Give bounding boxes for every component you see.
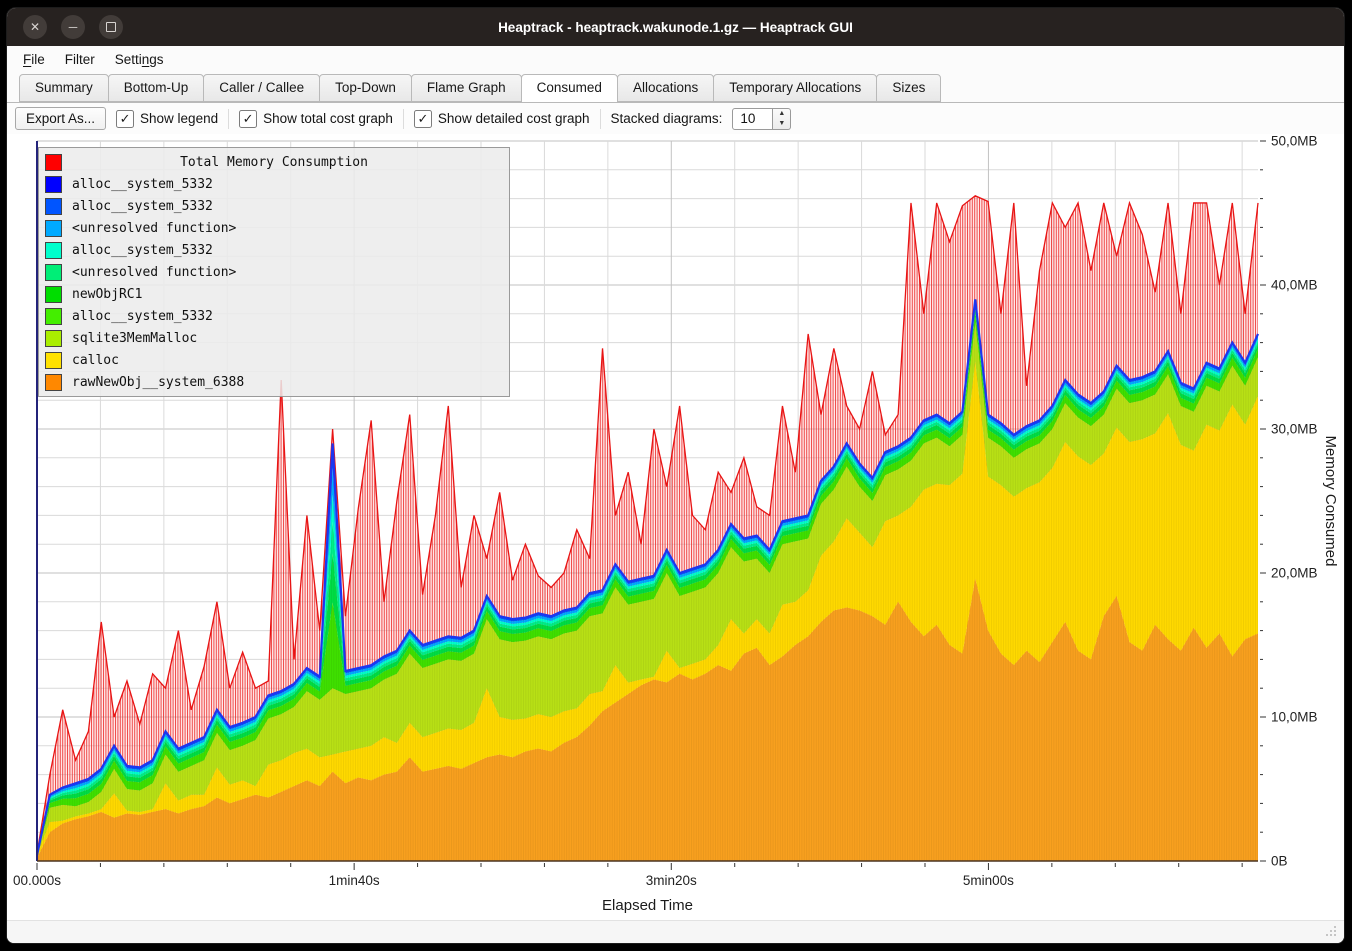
svg-text:10,0MB: 10,0MB [1271,710,1318,725]
menu-item-settings[interactable]: Settings [105,49,174,70]
legend-swatch [45,286,62,303]
stacked-diagrams-spinbox[interactable]: 10 ▲ ▼ [732,108,791,130]
svg-text:Elapsed Time: Elapsed Time [602,897,693,914]
checkbox-box[interactable]: ✓ [116,110,134,128]
menu-item-filter[interactable]: Filter [55,49,105,70]
legend-item: sqlite3MemMalloc [39,327,509,349]
legend-item: calloc [39,349,509,371]
legend-item: alloc__system_5332 [39,195,509,217]
checkbox-label: Show legend [140,111,218,126]
legend-item-label: rawNewObj__system_6388 [72,375,244,390]
legend-swatch [45,242,62,259]
legend-title: Total Memory Consumption [72,155,476,170]
legend-swatch [45,154,62,171]
legend-swatch [45,220,62,237]
spin-up-icon[interactable]: ▲ [773,109,790,119]
close-icon: ✕ [30,21,40,33]
svg-text:0B: 0B [1271,854,1288,869]
checkbox-label: Show detailed cost graph [438,111,590,126]
legend-item: alloc__system_5332 [39,239,509,261]
legend-item: alloc__system_5332 [39,305,509,327]
legend-item-label: alloc__system_5332 [72,177,213,192]
checkbox-show-legend[interactable]: ✓ Show legend [116,110,218,128]
svg-text:5min00s: 5min00s [963,873,1014,888]
tab-bar: SummaryBottom-UpCaller / CalleeTop-DownF… [7,72,1344,103]
legend-item-label: <unresolved function> [72,265,236,280]
svg-text:3min20s: 3min20s [646,873,697,888]
toolbar-separator [600,109,601,129]
legend-item-label: alloc__system_5332 [72,243,213,258]
tab-flame-graph[interactable]: Flame Graph [411,74,522,102]
svg-text:40,0MB: 40,0MB [1271,278,1318,293]
title-bar[interactable]: ✕ ─ Heaptrack - heaptrack.wakunode.1.gz … [7,8,1344,46]
legend-swatch [45,176,62,193]
checkbox-box[interactable]: ✓ [414,110,432,128]
tab-sizes[interactable]: Sizes [876,74,941,102]
legend-item: <unresolved function> [39,261,509,283]
memory-consumption-chart[interactable]: 0B 10,0MB 20,0MB 30,0MB 40,0MB 50,0MB 00.000s 1… [7,134,1344,920]
spin-down-icon[interactable]: ▼ [773,119,790,129]
tab-bottom-up[interactable]: Bottom-Up [108,74,205,102]
legend-swatch [45,352,62,369]
legend-swatch [45,308,62,325]
legend-item-label: calloc [72,353,119,368]
close-button[interactable]: ✕ [23,15,47,39]
legend-swatch [45,374,62,391]
window-title: Heaptrack - heaptrack.wakunode.1.gz — He… [7,20,1344,35]
minimize-icon: ─ [69,21,78,33]
svg-text:00.000s: 00.000s [13,873,61,888]
chart-legend: Total Memory Consumption alloc__system_53… [38,147,510,397]
toolbar: Export As... ✓ Show legend ✓ Show total cos… [7,103,1344,134]
svg-text:1min40s: 1min40s [329,873,380,888]
tab-summary[interactable]: Summary [19,74,109,102]
status-bar [7,920,1344,943]
checkbox-box[interactable]: ✓ [239,110,257,128]
tab-top-down[interactable]: Top-Down [319,74,412,102]
tab-temporary-allocations[interactable]: Temporary Allocations [713,74,877,102]
svg-text:50,0MB: 50,0MB [1271,134,1318,149]
spinbox-value[interactable]: 10 [732,108,773,130]
legend-item-label: alloc__system_5332 [72,199,213,214]
tab-consumed[interactable]: Consumed [521,74,618,103]
legend-swatch [45,198,62,215]
resize-grip-icon[interactable] [1326,926,1338,938]
checkbox-label: Show total cost graph [263,111,393,126]
toolbar-separator [228,109,229,129]
stacked-diagrams-label: Stacked diagrams: [611,111,723,126]
legend-swatch [45,330,62,347]
maximize-button[interactable] [99,15,123,39]
legend-item-label: <unresolved function> [72,221,236,236]
tab-caller-callee[interactable]: Caller / Callee [203,74,320,102]
svg-text:Memory Consumed: Memory Consumed [1322,436,1339,567]
svg-text:30,0MB: 30,0MB [1271,422,1318,437]
export-as-button[interactable]: Export As... [15,107,106,130]
tab-allocations[interactable]: Allocations [617,74,714,102]
svg-text:20,0MB: 20,0MB [1271,566,1318,581]
maximize-icon [106,22,116,32]
menu-item-file[interactable]: File [13,49,55,70]
checkbox-show-detailed-cost-graph[interactable]: ✓ Show detailed cost graph [414,110,590,128]
checkbox-show-total-cost-graph[interactable]: ✓ Show total cost graph [239,110,393,128]
legend-item: rawNewObj__system_6388 [39,371,509,393]
minimize-button[interactable]: ─ [61,15,85,39]
legend-swatch [45,264,62,281]
app-window: ✕ ─ Heaptrack - heaptrack.wakunode.1.gz … [6,7,1345,944]
legend-item: <unresolved function> [39,217,509,239]
legend-title-row: Total Memory Consumption [39,151,509,173]
legend-item-label: alloc__system_5332 [72,309,213,324]
legend-item: newObjRC1 [39,283,509,305]
toolbar-separator [403,109,404,129]
legend-item-label: sqlite3MemMalloc [72,331,197,346]
legend-item-label: newObjRC1 [72,287,142,302]
legend-item: alloc__system_5332 [39,173,509,195]
menu-bar: FileFilterSettings [7,46,1344,72]
